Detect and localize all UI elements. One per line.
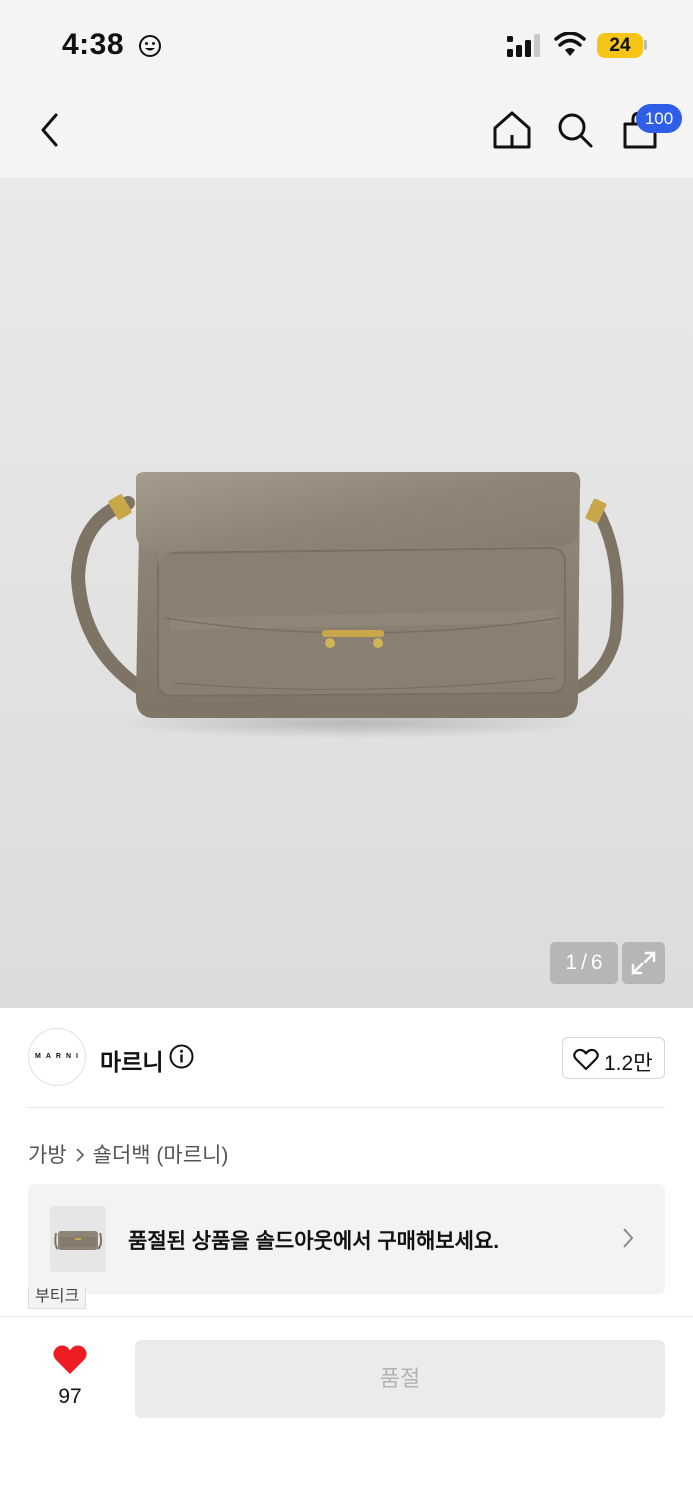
soldout-thumbnail (50, 1206, 106, 1272)
chevron-right-icon (623, 1228, 634, 1248)
image-total: 6 (590, 951, 603, 974)
battery-indicator: 24 (597, 33, 643, 58)
image-current: 1 (565, 951, 578, 974)
soldout-banner[interactable]: 품절된 상품을 솔드아웃에서 구매해보세요. (28, 1184, 665, 1294)
brand-row: MARNI 마르니 1.2만 (28, 1028, 665, 1086)
brand-logo[interactable]: MARNI (28, 1028, 86, 1086)
brand-like-count: 1.2만 (604, 1052, 653, 1075)
home-icon[interactable] (492, 110, 532, 150)
expand-icon (631, 951, 656, 975)
wifi-icon (554, 32, 586, 56)
info-icon[interactable] (169, 1044, 194, 1069)
brand-like-button[interactable]: 1.2만 (562, 1037, 665, 1079)
product-image-gallery[interactable] (0, 178, 693, 1008)
heart-outline-icon (573, 1048, 599, 1071)
expand-image-button[interactable] (622, 942, 665, 984)
heart-filled-icon[interactable] (52, 1344, 88, 1376)
search-icon[interactable] (556, 111, 594, 149)
back-icon[interactable] (38, 112, 62, 148)
soldout-banner-text: 품절된 상품을 솔드아웃에서 구매해보세요. (128, 1230, 500, 1253)
cart-count-badge[interactable]: 100 (636, 104, 682, 133)
brand-name[interactable]: 마르니 (100, 1043, 163, 1077)
product-photo (70, 472, 624, 739)
sold-out-button[interactable]: 품절 (135, 1340, 665, 1418)
divider (28, 1107, 665, 1108)
status-bar: 4:38 24 (0, 0, 693, 90)
cellular-signal-icon (507, 34, 540, 57)
boutique-tag: 부티크 (28, 1288, 87, 1309)
breadcrumb-subcategory[interactable]: 숄더백 (마르니) (93, 1144, 229, 1167)
breadcrumb: 가방 숄더백 (마르니) (28, 1139, 228, 1169)
status-time: 4:38 (62, 28, 125, 61)
image-counter: 1/6 (550, 942, 618, 984)
chevron-right-icon (76, 1148, 84, 1162)
wish-count: 97 (58, 1385, 82, 1408)
breadcrumb-category[interactable]: 가방 (28, 1144, 67, 1167)
battery-tip (644, 40, 647, 50)
emoji-smile-icon (139, 35, 161, 57)
image-counter-separator: / (581, 951, 587, 974)
